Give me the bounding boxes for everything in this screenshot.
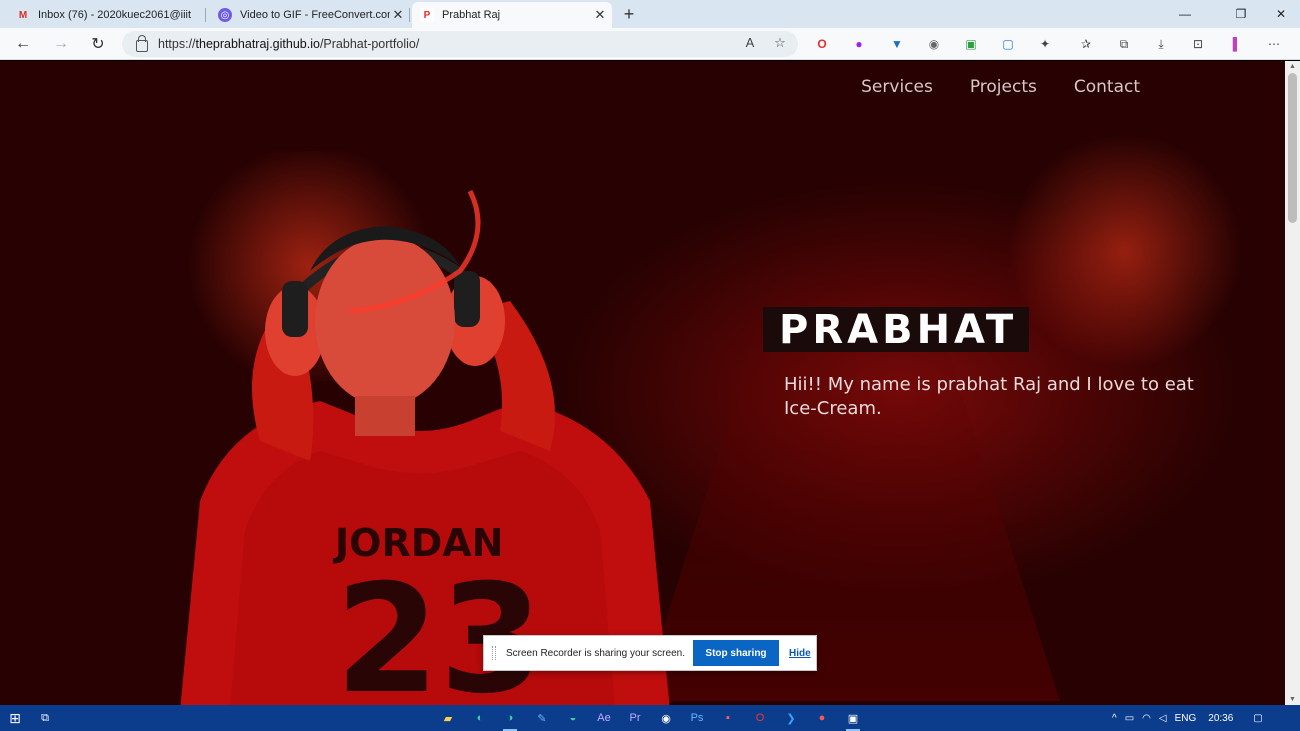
edge-icon[interactable]: ◐ [470, 708, 490, 728]
profile-photo: JORDAN 23 [180, 189, 670, 705]
tab-freeconvert[interactable]: ◎ Video to GIF - FreeConvert.com ✕ [210, 2, 410, 28]
opera-icon[interactable]: O [750, 708, 770, 728]
clock[interactable]: 20:36 [1208, 713, 1233, 724]
system-tray: ^ ▭ ◠ ◁ ENG 20:36 ▢ [1112, 705, 1263, 731]
portfolio-hero: JORDAN 23 Services Projects Contact PRAB… [0, 61, 1285, 705]
tab-title: Video to GIF - FreeConvert.com [240, 9, 390, 21]
site-favicon-icon: P [420, 8, 434, 22]
hide-link[interactable]: Hide [789, 648, 811, 659]
url-path: /Prabhat-portfolio/ [319, 37, 420, 51]
notifications-icon[interactable]: ▢ [1253, 713, 1262, 724]
tab-inbox[interactable]: M Inbox (76) - 2020kuec2061@iiit [8, 2, 206, 28]
close-tab-icon[interactable]: ✕ [390, 7, 406, 23]
app-icon[interactable]: ● [812, 708, 832, 728]
after-effects-icon[interactable]: Ae [594, 708, 614, 728]
menu-icon[interactable]: ⋯ [1264, 34, 1284, 54]
jetbrains-icon[interactable]: ▪ [718, 708, 738, 728]
photoshop-icon[interactable]: Ps [687, 708, 707, 728]
favorite-star-icon[interactable]: ☆ [770, 35, 790, 51]
scroll-up-icon[interactable]: ▲ [1285, 63, 1300, 70]
stop-sharing-button[interactable]: Stop sharing [692, 640, 779, 666]
nav-link-projects[interactable]: Projects [970, 77, 1037, 97]
lock-icon [136, 35, 148, 52]
screen-recorder-icon[interactable]: ▣ [843, 708, 863, 731]
share-message: Screen Recorder is sharing your screen. [506, 647, 685, 659]
read-aloud-icon[interactable]: A [740, 35, 760, 50]
collections-icon[interactable]: ⧉ [1114, 34, 1134, 54]
refresh-icon[interactable]: ↻ [85, 32, 111, 56]
taskbar: ⊞ ⧉ ▰ ◐ ◑ ✎ ◒ Ae Pr ◉ Ps ▪ O ❯ ● ▣ ^ ▭ ◠… [0, 705, 1300, 731]
pen-icon[interactable]: ✎ [532, 708, 552, 728]
scroll-down-icon[interactable]: ▼ [1285, 696, 1300, 703]
language-indicator[interactable]: ENG [1175, 713, 1197, 724]
tab-title: Prabhat Raj [442, 9, 501, 21]
close-tab-icon[interactable]: ✕ [592, 7, 608, 23]
name-heading-box: PRABHAT [763, 306, 1030, 353]
site-navigation: Services Projects Contact [861, 77, 1140, 97]
freeconvert-icon: ◎ [218, 8, 232, 22]
profile-icon[interactable]: ▌ [1227, 34, 1247, 54]
intro-text: Hii!! My name is prabhat Raj and I love … [784, 374, 1194, 419]
address-bar[interactable]: https://theprabhatraj.github.io/Prabhat-… [122, 31, 798, 57]
tab-prabhat-raj[interactable]: P Prabhat Raj ✕ [412, 2, 612, 28]
screen-share-banner: Screen Recorder is sharing your screen. … [483, 635, 817, 671]
extension-icon[interactable]: ▣ [961, 34, 981, 54]
screenshot-icon[interactable]: ⊡ [1188, 34, 1208, 54]
nav-link-services[interactable]: Services [861, 77, 933, 97]
opera-icon[interactable]: O [812, 34, 832, 54]
nav-link-contact[interactable]: Contact [1074, 77, 1140, 97]
url-host: theprabhatraj.github.io [195, 37, 320, 51]
shirt-number: 23 [335, 553, 544, 705]
gmail-icon: M [18, 9, 28, 21]
wifi-icon[interactable]: ◠ [1142, 713, 1151, 724]
vscode-icon[interactable]: ❯ [781, 708, 801, 728]
battery-icon[interactable]: ▭ [1125, 713, 1134, 724]
obs-icon[interactable]: ◉ [656, 708, 676, 728]
drag-handle-icon[interactable] [492, 646, 496, 660]
record-icon[interactable]: ◉ [924, 34, 944, 54]
close-window-icon[interactable]: ✕ [1258, 0, 1300, 28]
background-light [1010, 131, 1240, 371]
volume-icon[interactable]: ◁ [1159, 713, 1167, 724]
tab-strip: M Inbox (76) - 2020kuec2061@iiit ◎ Video… [0, 0, 1300, 28]
minimize-icon[interactable]: — [1162, 0, 1208, 28]
back-icon[interactable]: ← [10, 32, 36, 56]
premiere-icon[interactable]: Pr [625, 708, 645, 728]
favorites-icon[interactable]: ✰ [1076, 34, 1096, 54]
scrollbar-thumb[interactable] [1288, 73, 1297, 223]
download-icon[interactable]: ⤓ [1151, 34, 1171, 54]
extension-icon[interactable]: ▢ [998, 34, 1018, 54]
url-text: https://theprabhatraj.github.io/Prabhat-… [158, 37, 419, 51]
forward-icon[interactable]: → [48, 32, 74, 56]
chevron-up-icon[interactable]: ^ [1112, 713, 1117, 724]
extension-icon[interactable]: ● [849, 34, 869, 54]
puzzle-icon[interactable]: ✦ [1035, 34, 1055, 54]
new-tab-button[interactable]: + [618, 4, 640, 24]
edge-dev-icon[interactable]: ◒ [563, 708, 583, 728]
browser-toolbar: ← → ↻ https://theprabhatraj.github.io/Pr… [0, 28, 1300, 60]
tab-title: Inbox (76) - 2020kuec2061@iiit [38, 9, 192, 21]
extension-icon[interactable]: ▼ [887, 34, 907, 54]
windows-start-icon[interactable]: ⊞ [5, 708, 25, 728]
vertical-scrollbar[interactable]: ▲ ▼ [1285, 61, 1300, 705]
file-explorer-icon[interactable]: ▰ [438, 708, 458, 728]
edge-icon[interactable]: ◑ [500, 708, 520, 731]
name-heading: PRABHAT [779, 306, 1018, 353]
url-prefix: https:// [158, 37, 196, 51]
task-view-icon[interactable]: ⧉ [35, 708, 55, 728]
